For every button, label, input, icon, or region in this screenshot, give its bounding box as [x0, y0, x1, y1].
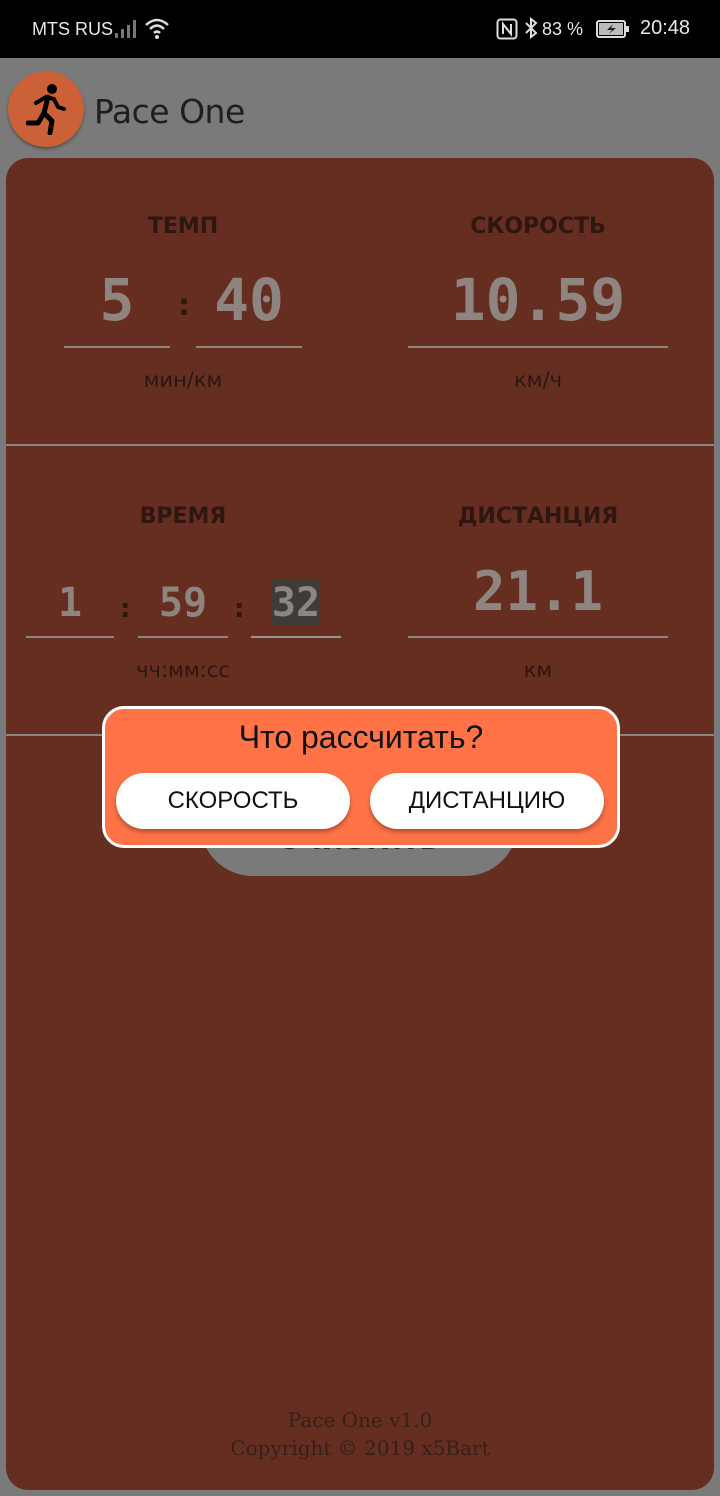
calculate-distance-button[interactable]: ДИСТАНЦИЮ: [370, 773, 604, 829]
time-separator-1: :: [120, 594, 131, 624]
calculate-speed-button[interactable]: СКОРОСТЬ: [116, 773, 350, 829]
time-label: ВРЕМЯ: [139, 504, 227, 529]
calculate-dialog: Что рассчитать? СКОРОСТЬ ДИСТАНЦИЮ: [102, 706, 620, 848]
speed-unit: км/ч: [513, 368, 562, 392]
dialog-title: Что рассчитать?: [238, 719, 484, 755]
wifi-icon: [145, 18, 169, 39]
distance-label: ДИСТАНЦИЯ: [457, 504, 619, 529]
time-hours-input[interactable]: 1: [26, 580, 114, 626]
distance-unit: км: [523, 658, 553, 682]
app-title: Pace One: [94, 92, 245, 131]
time-seconds-selected-text: 32: [271, 580, 321, 626]
pace-seconds-underline: [196, 346, 302, 348]
pace-separator: :: [178, 288, 190, 323]
time-seconds-underline: [251, 636, 341, 638]
time-separator-2: :: [234, 594, 245, 624]
speed-underline: [408, 346, 668, 348]
section-divider: [6, 444, 714, 446]
time-minutes-input[interactable]: 59: [138, 580, 228, 626]
distance-underline: [408, 636, 668, 638]
carrier-name: MTS RUS: [32, 19, 113, 39]
app-bar: Pace One: [0, 58, 720, 158]
pace-minutes-underline: [64, 346, 170, 348]
status-bar: MTS RUS 83 % 20:48: [0, 0, 720, 58]
time-hours-underline: [26, 636, 114, 638]
speed-input[interactable]: 10.59: [408, 266, 668, 334]
clock: 20:48: [640, 17, 691, 39]
bluetooth-icon: [525, 16, 538, 40]
distance-input[interactable]: 21.1: [408, 560, 668, 623]
battery-percent: 83 %: [542, 19, 584, 39]
time-unit: чч:мм:сс: [136, 658, 230, 682]
pace-label: ТЕМП: [147, 214, 219, 239]
signal-icon: [115, 20, 136, 38]
time-minutes-underline: [138, 636, 228, 638]
battery-charging-icon: [596, 20, 629, 38]
speed-label: СКОРОСТЬ: [470, 214, 606, 239]
footer-copyright: Copyright © 2019 x5Bart: [230, 1436, 490, 1460]
running-man-icon: [26, 84, 66, 135]
app-logo: [8, 71, 84, 147]
footer: Pace One v1.0 Copyright © 2019 x5Bart: [6, 1406, 714, 1462]
time-seconds-input[interactable]: 32: [251, 580, 341, 626]
footer-version: Pace One v1.0: [287, 1408, 433, 1432]
pace-unit: мин/км: [143, 368, 223, 392]
pace-seconds-input[interactable]: 40: [196, 266, 302, 334]
nfc-icon: [496, 18, 518, 40]
pace-minutes-input[interactable]: 5: [64, 266, 170, 334]
